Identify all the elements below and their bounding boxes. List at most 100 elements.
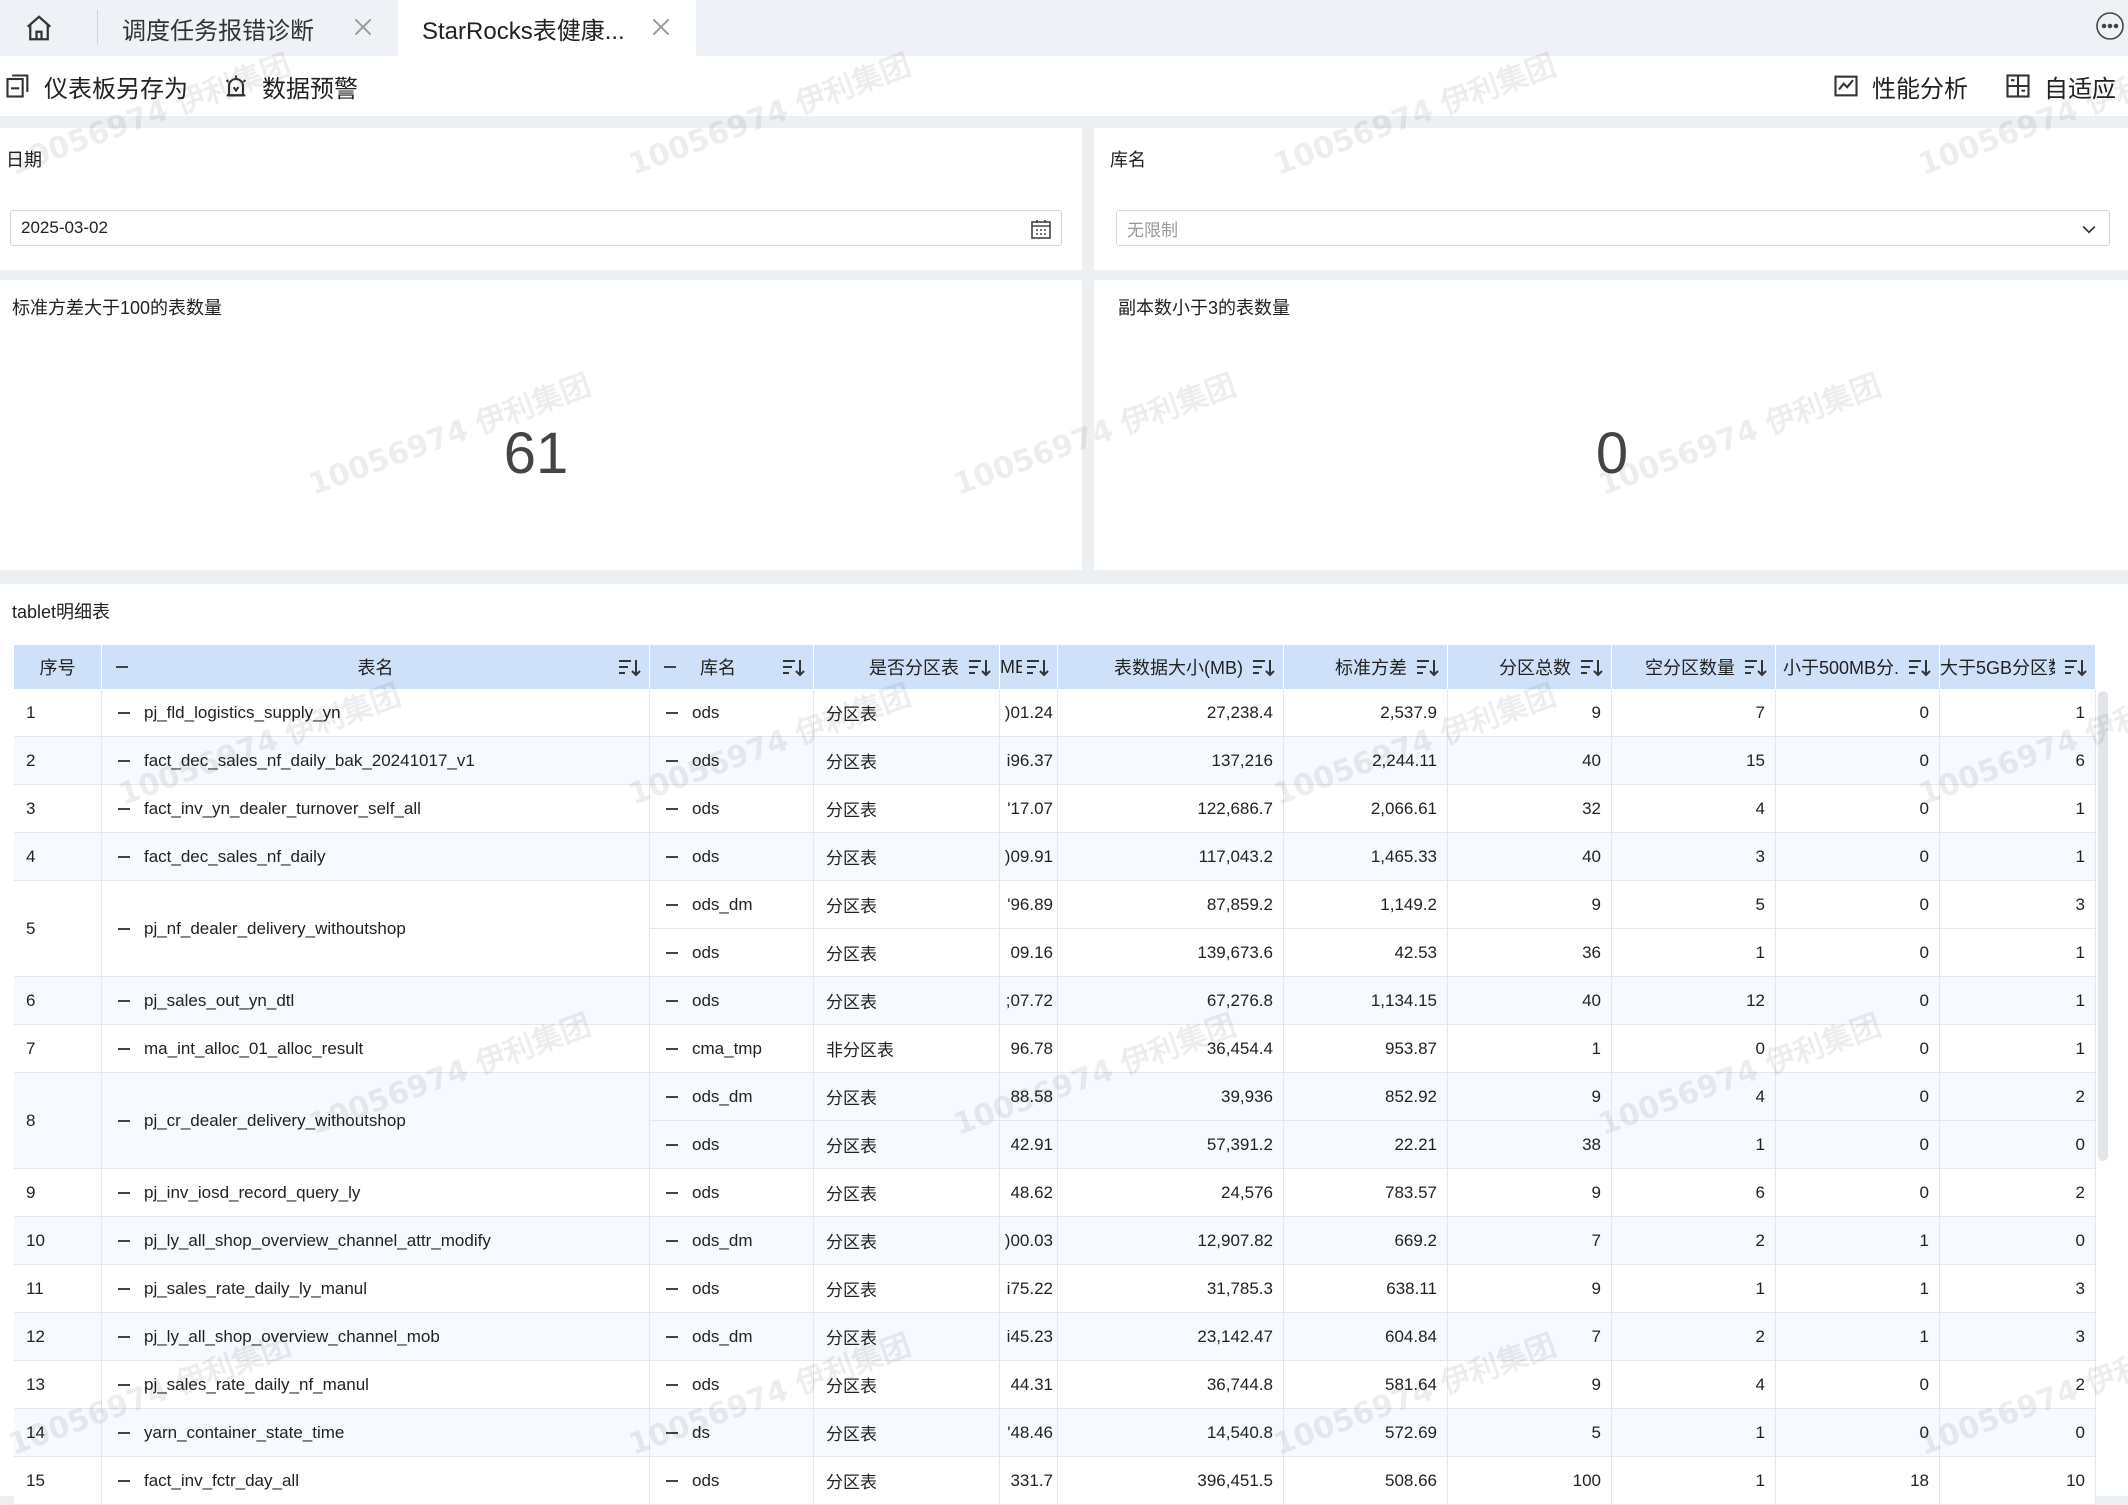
collapse-icon[interactable] xyxy=(118,999,130,1002)
more-options-icon[interactable] xyxy=(2094,10,2126,42)
cell-gt-5gb: 1 xyxy=(1940,977,2096,1025)
cell-text: 7 xyxy=(1755,702,1765,722)
data-alert-button[interactable]: 数据预警 xyxy=(222,66,358,106)
cell-text: 5 xyxy=(26,918,36,938)
header-col-seq[interactable]: 序号 xyxy=(14,645,102,689)
collapse-icon[interactable] xyxy=(118,1119,130,1122)
collapse-icon[interactable] xyxy=(666,759,678,762)
collapse-icon[interactable] xyxy=(666,1095,678,1098)
collapse-icon[interactable] xyxy=(118,855,130,858)
collapse-icon[interactable] xyxy=(118,711,130,714)
collapse-icon[interactable] xyxy=(118,1287,130,1290)
cell-text: pj_cr_dealer_delivery_withoutshop xyxy=(144,1110,406,1130)
cell-text: 4 xyxy=(1755,1374,1765,1394)
collapse-icon[interactable] xyxy=(116,666,128,668)
collapse-icon[interactable] xyxy=(666,951,678,954)
collapse-icon[interactable] xyxy=(666,1287,678,1290)
collapse-icon[interactable] xyxy=(666,903,678,906)
collapse-icon[interactable] xyxy=(118,1431,130,1434)
collapse-icon[interactable] xyxy=(118,1191,130,1194)
collapse-icon[interactable] xyxy=(666,1479,678,1482)
cell-text: 42.53 xyxy=(1394,942,1437,962)
sort-icon[interactable] xyxy=(1907,657,1931,679)
header-col-me[interactable]: ME xyxy=(1000,645,1058,689)
cell-text: 604.84 xyxy=(1385,1326,1437,1346)
tab-starrocks-health[interactable]: StarRocks表健康... xyxy=(398,0,696,56)
cell-text: 572.69 xyxy=(1385,1422,1437,1442)
header-label: 分区总数 xyxy=(1499,658,1571,678)
collapse-icon[interactable] xyxy=(666,1239,678,1242)
collapse-icon[interactable] xyxy=(666,1383,678,1386)
collapse-icon[interactable] xyxy=(118,1383,130,1386)
sort-icon[interactable] xyxy=(1251,657,1275,679)
collapse-icon[interactable] xyxy=(118,1047,130,1050)
tab-task-error-diagnosis[interactable]: 调度任务报错诊断 xyxy=(98,0,398,56)
header-col-std-dev[interactable]: 标准方差 xyxy=(1284,645,1448,689)
collapse-icon[interactable] xyxy=(666,1335,678,1338)
collapse-icon[interactable] xyxy=(118,759,130,762)
header-col-gt-5gb[interactable]: 大于5GB分区数 xyxy=(1940,645,2096,689)
cell-data-size: 87,859.2 xyxy=(1058,881,1284,929)
close-icon[interactable] xyxy=(350,14,376,40)
calendar-icon[interactable] xyxy=(1029,217,1053,241)
header-col-partition-total[interactable]: 分区总数 xyxy=(1448,645,1612,689)
cell-text: 分区表 xyxy=(826,897,877,916)
date-input[interactable]: 2025-03-02 xyxy=(10,210,1062,246)
sort-icon[interactable] xyxy=(1025,657,1049,679)
cell-empty-partitions: 1 xyxy=(1612,1121,1776,1169)
close-icon[interactable] xyxy=(648,14,674,40)
header-col-empty-partitions[interactable]: 空分区数量 xyxy=(1612,645,1776,689)
cell-partitioned: 分区表 xyxy=(814,929,1000,977)
collapse-icon[interactable] xyxy=(118,1479,130,1482)
sort-icon[interactable] xyxy=(967,657,991,679)
collapse-icon[interactable] xyxy=(664,666,676,668)
cell-text: pj_ly_all_shop_overview_channel_mob xyxy=(144,1326,440,1346)
cell-seq: 11 xyxy=(14,1265,102,1313)
header-col-data-size[interactable]: 表数据大小(MB) xyxy=(1058,645,1284,689)
auto-fit-button[interactable]: 自适应 xyxy=(2004,66,2116,106)
header-col-lt-500mb[interactable]: 小于500MB分. xyxy=(1776,645,1940,689)
collapse-icon[interactable] xyxy=(118,1239,130,1242)
header-col-table-name[interactable]: 表名 xyxy=(102,645,650,689)
sort-icon[interactable] xyxy=(2063,657,2087,679)
vertical-scrollbar[interactable] xyxy=(2098,691,2108,1161)
home-tab[interactable] xyxy=(0,0,78,56)
cell-text: 669.2 xyxy=(1394,1230,1437,1250)
collapse-icon[interactable] xyxy=(118,927,130,930)
collapse-icon[interactable] xyxy=(666,711,678,714)
cell-gt-5gb: 1 xyxy=(1940,1025,2096,1073)
cell-empty-partitions: 0 xyxy=(1612,1025,1776,1073)
collapse-icon[interactable] xyxy=(666,807,678,810)
header-label: 序号 xyxy=(39,658,76,678)
replica-metric-panel: 副本数小于3的表数量 0 xyxy=(1094,280,2128,570)
cell-seq: 13 xyxy=(14,1361,102,1409)
collapse-icon[interactable] xyxy=(666,855,678,858)
sort-icon[interactable] xyxy=(781,657,805,679)
header-col-database[interactable]: 库名 xyxy=(650,645,814,689)
collapse-icon[interactable] xyxy=(118,1335,130,1338)
cell-table-name: pj_nf_dealer_delivery_withoutshop xyxy=(102,881,650,977)
dashboard-toolbar: 仪表板另存为 数据预警 性能分析 自适应 xyxy=(0,56,2128,116)
collapse-icon[interactable] xyxy=(666,1143,678,1146)
cell-text: 22.21 xyxy=(1394,1134,1437,1154)
cell-partitioned: 分区表 xyxy=(814,977,1000,1025)
collapse-icon[interactable] xyxy=(666,999,678,1002)
performance-analysis-button[interactable]: 性能分析 xyxy=(1832,66,1968,106)
collapse-icon[interactable] xyxy=(118,807,130,810)
sort-icon[interactable] xyxy=(1579,657,1603,679)
collapse-icon[interactable] xyxy=(666,1047,678,1050)
header-col-partitioned[interactable]: 是否分区表 xyxy=(814,645,1000,689)
collapse-icon[interactable] xyxy=(666,1191,678,1194)
cell-text: 1 xyxy=(1919,1326,1929,1346)
collapse-icon[interactable] xyxy=(666,1431,678,1434)
cell-gt-5gb: 1 xyxy=(1940,689,2096,737)
sort-icon[interactable] xyxy=(617,657,641,679)
sort-icon[interactable] xyxy=(1415,657,1439,679)
cell-table-name: yarn_container_state_time xyxy=(102,1409,650,1457)
cell-text: 0 xyxy=(2075,1134,2085,1154)
save-as-button[interactable]: 仪表板另存为 xyxy=(4,66,188,106)
cell-text: '17.07 xyxy=(1007,798,1053,818)
header-label: ME xyxy=(1000,656,1022,677)
sort-icon[interactable] xyxy=(1743,657,1767,679)
database-select[interactable]: 无限制 xyxy=(1116,210,2110,246)
